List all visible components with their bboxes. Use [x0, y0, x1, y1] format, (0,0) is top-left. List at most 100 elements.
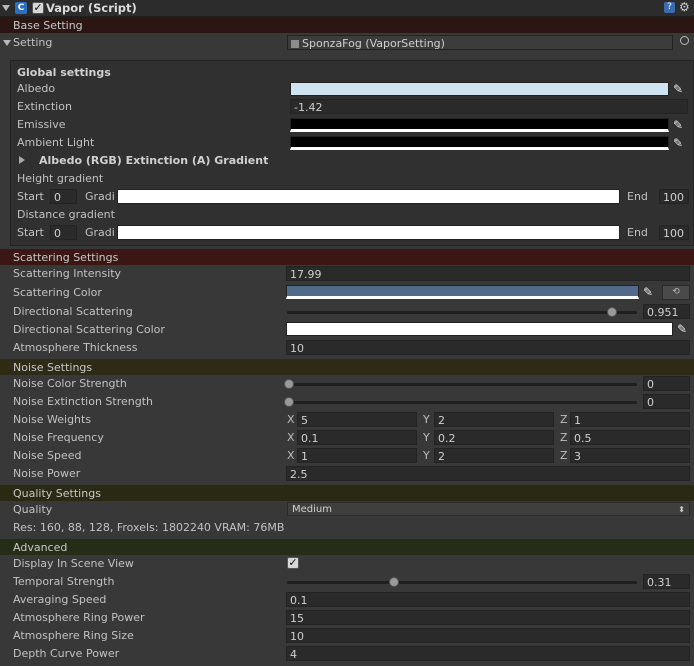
- noise-speed-x-field[interactable]: 1: [297, 448, 417, 463]
- setting-value: SponzaFog (VaporSetting): [302, 37, 445, 50]
- noise-frequency-label: Noise Frequency: [13, 431, 104, 444]
- distance-gradient-label: Distance gradient: [17, 208, 115, 221]
- z-axis-label: Z: [560, 449, 568, 462]
- section-title: Quality Settings: [13, 487, 101, 500]
- noise-power-field[interactable]: 2.5: [286, 466, 690, 481]
- gradient-foldout-label[interactable]: Albedo (RGB) Extinction (A) Gradient: [39, 154, 268, 167]
- gradient-foldout-icon[interactable]: [19, 156, 25, 164]
- noise-color-strength-track[interactable]: [287, 383, 637, 386]
- dropdown-arrows-icon: ⬍: [678, 505, 685, 514]
- z-axis-label: Z: [560, 431, 568, 444]
- noise-color-strength-slider-thumb[interactable]: [284, 379, 294, 389]
- distance-gradient-field[interactable]: [117, 225, 620, 240]
- component-header: C ✓ Vapor (Script) ? ⚙: [0, 0, 694, 17]
- x-axis-label: X: [287, 449, 295, 462]
- extinction-label: Extinction: [17, 100, 72, 113]
- noise-weights-z-field[interactable]: 1: [570, 412, 690, 427]
- section-header-base: Base Setting: [0, 17, 694, 33]
- section-header-noise: Noise Settings: [0, 359, 694, 375]
- directional-scattering-track[interactable]: [287, 311, 637, 314]
- noise-speed-label: Noise Speed: [13, 449, 82, 462]
- end-label: End: [627, 190, 648, 203]
- noise-color-strength-label: Noise Color Strength: [13, 377, 127, 390]
- noise-frequency-z-field[interactable]: 0.5: [570, 430, 690, 445]
- start-label: Start: [17, 226, 44, 239]
- section-title: Scattering Settings: [13, 251, 119, 264]
- noise-frequency-y-field[interactable]: 0.2: [434, 430, 554, 445]
- quality-info-text: Res: 160, 88, 128, Froxels: 1802240 VRAM…: [13, 521, 285, 534]
- distance-end-field[interactable]: 100: [659, 225, 689, 240]
- temporal-strength-label: Temporal Strength: [13, 575, 115, 588]
- component-enabled-checkbox[interactable]: ✓: [32, 2, 44, 14]
- atmosphere-ring-size-field[interactable]: 10: [286, 628, 690, 643]
- eyedropper-icon[interactable]: ✎: [673, 119, 685, 131]
- height-gradient-field[interactable]: [117, 189, 620, 204]
- atmosphere-thickness-field[interactable]: 10: [286, 340, 690, 355]
- albedo-color-field[interactable]: [290, 82, 669, 96]
- depth-curve-power-field[interactable]: 4: [286, 646, 690, 661]
- quality-dropdown[interactable]: Medium ⬍: [287, 502, 690, 516]
- noise-extinction-strength-track[interactable]: [287, 401, 637, 404]
- gradient-label: Gradi: [85, 226, 115, 239]
- height-start-field[interactable]: 0: [50, 189, 77, 204]
- temporal-strength-track[interactable]: [287, 581, 637, 584]
- display-in-scene-view-checkbox[interactable]: ✓: [287, 557, 299, 569]
- eyedropper-icon[interactable]: ✎: [643, 286, 655, 298]
- noise-weights-x-field[interactable]: 5: [297, 412, 417, 427]
- directional-scattering-color-label: Directional Scattering Color: [13, 323, 165, 336]
- eyedropper-icon[interactable]: ✎: [673, 83, 685, 95]
- directional-scattering-field[interactable]: 0.951: [643, 304, 690, 319]
- section-header-scattering: Scattering Settings: [0, 249, 694, 265]
- atmosphere-thickness-label: Atmosphere Thickness: [13, 341, 138, 354]
- directional-scattering-label: Directional Scattering: [13, 305, 133, 318]
- scattering-color-label: Scattering Color: [13, 286, 102, 299]
- directional-scattering-slider-thumb[interactable]: [607, 307, 618, 317]
- end-label: End: [627, 226, 648, 239]
- display-in-scene-view-label: Display In Scene View: [13, 557, 134, 570]
- section-title: Noise Settings: [13, 361, 93, 374]
- noise-extinction-strength-slider-thumb[interactable]: [284, 397, 294, 407]
- y-axis-label: Y: [423, 413, 430, 426]
- setting-foldout-icon[interactable]: [3, 40, 11, 46]
- help-icon[interactable]: ?: [664, 2, 675, 13]
- foldout-arrow-icon[interactable]: [2, 5, 10, 11]
- extinction-field[interactable]: -1.42: [290, 99, 688, 114]
- section-header-quality: Quality Settings: [0, 485, 694, 501]
- noise-weights-label: Noise Weights: [13, 413, 92, 426]
- noise-power-label: Noise Power: [13, 467, 81, 480]
- noise-extinction-strength-label: Noise Extinction Strength: [13, 395, 154, 408]
- x-axis-label: X: [287, 431, 295, 444]
- emissive-color-field[interactable]: [290, 118, 669, 132]
- directional-scattering-color-field[interactable]: [286, 322, 673, 336]
- temporal-strength-field[interactable]: 0.31: [643, 574, 690, 589]
- object-picker-icon[interactable]: [680, 36, 689, 45]
- atmosphere-ring-size-label: Atmosphere Ring Size: [13, 629, 134, 642]
- scattering-intensity-field[interactable]: 17.99: [286, 266, 690, 281]
- scattering-color-field[interactable]: [286, 285, 639, 299]
- x-axis-label: X: [287, 413, 295, 426]
- gear-icon[interactable]: ⚙: [679, 0, 690, 14]
- section-title: Advanced: [13, 541, 68, 554]
- eyedropper-icon[interactable]: ✎: [677, 323, 689, 335]
- atmosphere-ring-power-field[interactable]: 15: [286, 610, 690, 625]
- noise-extinction-strength-field[interactable]: 0: [643, 394, 690, 409]
- distance-start-field[interactable]: 0: [50, 225, 77, 240]
- script-icon: C: [15, 2, 27, 14]
- noise-speed-y-field[interactable]: 2: [434, 448, 554, 463]
- temporal-strength-slider-thumb[interactable]: [389, 577, 400, 587]
- noise-speed-z-field[interactable]: 3: [570, 448, 690, 463]
- emissive-label: Emissive: [17, 118, 66, 131]
- averaging-speed-field[interactable]: 0.1: [286, 592, 690, 607]
- noise-color-strength-field[interactable]: 0: [643, 376, 690, 391]
- setting-object-field[interactable]: SponzaFog (VaporSetting): [287, 35, 673, 50]
- setting-label: Setting: [13, 36, 53, 49]
- height-end-field[interactable]: 100: [659, 189, 689, 204]
- eyedropper-icon[interactable]: ✎: [673, 137, 685, 149]
- y-axis-label: Y: [423, 449, 430, 462]
- ambient-light-color-field[interactable]: [290, 136, 669, 150]
- height-gradient-label: Height gradient: [17, 172, 104, 185]
- hdr-reset-button[interactable]: ⟲: [662, 285, 690, 300]
- noise-frequency-x-field[interactable]: 0.1: [297, 430, 417, 445]
- start-label: Start: [17, 190, 44, 203]
- noise-weights-y-field[interactable]: 2: [434, 412, 554, 427]
